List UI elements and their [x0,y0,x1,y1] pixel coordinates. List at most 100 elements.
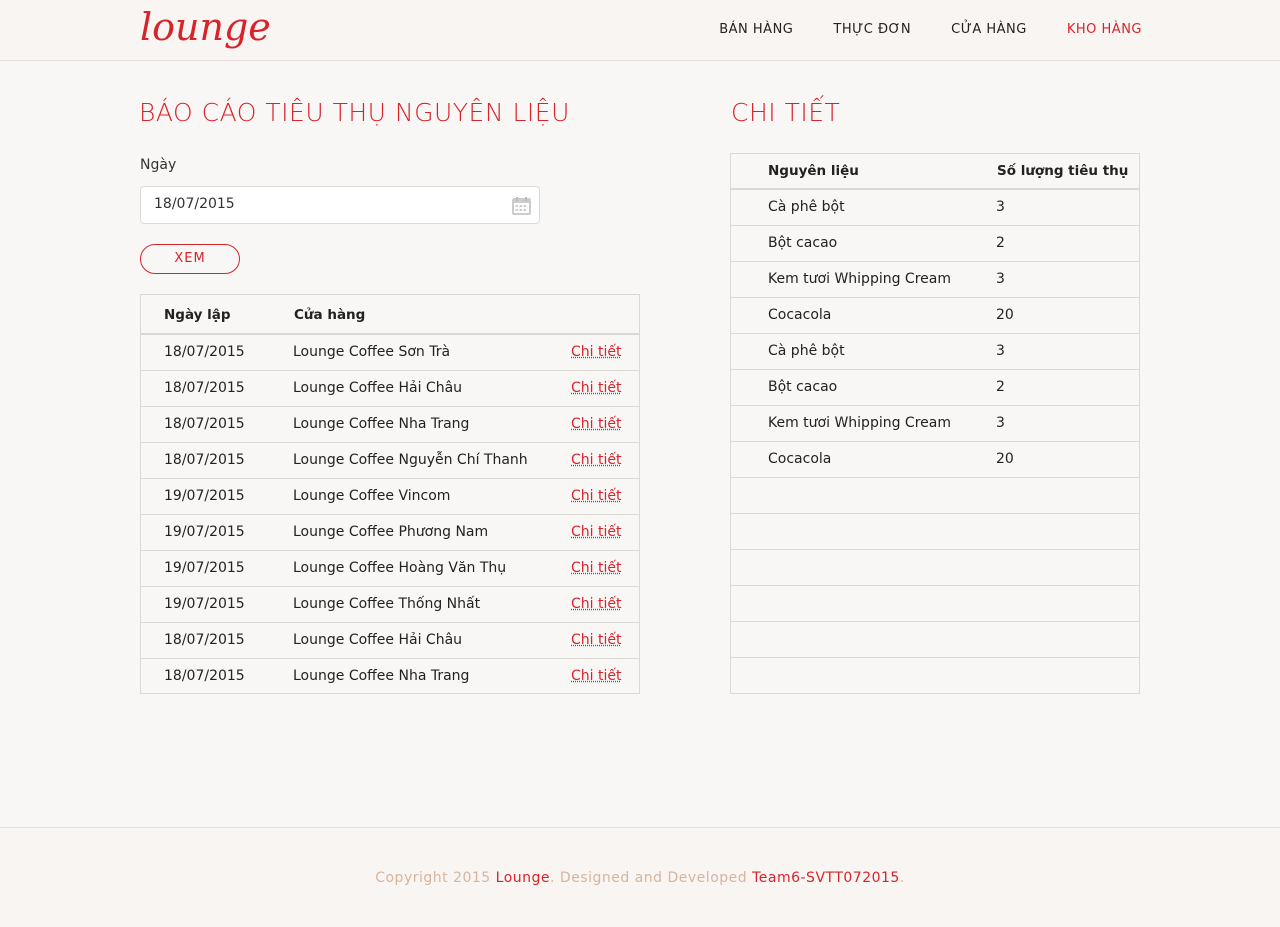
row-store: Lounge Coffee Sơn Trà [293,344,451,360]
row-quantity: 2 [996,379,1005,395]
row-quantity: 20 [996,451,1014,467]
table-row: 18/07/2015 Lounge Coffee Sơn Trà Chi tiết [141,335,639,371]
row-ingredient: Bột cacao [768,379,838,395]
nav-item-thuc-don[interactable]: THỰC ĐƠN [833,22,911,37]
row-ingredient: Cà phê bột [768,343,845,359]
table-row [731,622,1139,658]
brand-link[interactable]: Lounge [496,870,550,886]
footer: Copyright 2015 Lounge. Designed and Deve… [0,827,1280,927]
table-row: 19/07/2015 Lounge Coffee Thống Nhất Chi ti… [141,587,639,623]
table-row: Kem tươi Whipping Cream 3 [731,406,1139,442]
row-quantity: 3 [996,199,1005,215]
row-ingredient: Cocacola [768,307,832,323]
copyright-suffix: . [899,870,905,886]
row-ingredient: Bột cacao [768,235,838,251]
table-row: Cocacola 20 [731,298,1139,334]
row-ingredient: Kem tươi Whipping Cream [768,271,951,287]
row-store: Lounge Coffee Hoàng Văn Thụ [293,560,507,576]
row-quantity: 2 [996,235,1005,251]
table-row: Bột cacao 2 [731,226,1139,262]
row-date: 19/07/2015 [164,524,245,540]
table-row [731,550,1139,586]
table-row [731,478,1139,514]
detail-table: Nguyên liệu Số lượng tiêu thụ Cà phê bột… [730,153,1140,694]
row-date: 18/07/2015 [164,668,245,684]
column-header-quantity: Số lượng tiêu thụ [997,163,1129,179]
detail-link[interactable]: Chi tiết [571,452,621,468]
detail-title: CHI TIẾT [731,98,841,127]
nav-item-kho-hang[interactable]: KHO HÀNG [1067,22,1142,37]
detail-link[interactable]: Chi tiết [571,668,621,684]
detail-link[interactable]: Chi tiết [571,344,621,360]
main-nav: BÁN HÀNG THỰC ĐƠN CỬA HÀNG KHO HÀNG [679,22,1142,37]
row-store: Lounge Coffee Nha Trang [293,668,470,684]
table-row: 19/07/2015 Lounge Coffee Hoàng Văn Thụ Chi… [141,551,639,587]
brand-logo[interactable]: lounge [140,4,271,50]
header: lounge BÁN HÀNG THỰC ĐƠN CỬA HÀNG KHO HÀ… [0,0,1280,61]
row-date: 18/07/2015 [164,416,245,432]
copyright-middle: . Designed and Developed [550,870,753,886]
row-ingredient: Cà phê bột [768,199,845,215]
column-header-store: Cửa hàng [294,307,366,323]
copyright-prefix: Copyright 2015 [375,870,496,886]
table-row [731,586,1139,622]
nav-item-cua-hang[interactable]: CỬA HÀNG [951,22,1027,37]
row-date: 18/07/2015 [164,632,245,648]
table-row: 18/07/2015 Lounge Coffee Nguyễn Chí Thanh… [141,443,639,479]
row-store: Lounge Coffee Hải Châu [293,632,463,648]
table-row: 18/07/2015 Lounge Coffee Hải Châu Chi tiết [141,623,639,659]
row-date: 19/07/2015 [164,488,245,504]
row-store: Lounge Coffee Phương Nam [293,524,489,540]
row-store: Lounge Coffee Hải Châu [293,380,463,396]
row-date: 19/07/2015 [164,560,245,576]
report-title: BÁO CÁO TIÊU THỤ NGUYÊN LIỆU [139,98,570,127]
detail-link[interactable]: Chi tiết [571,560,621,576]
row-ingredient: Cocacola [768,451,832,467]
reports-table-body: 18/07/2015 Lounge Coffee Sơn Trà Chi tiết 1… [141,335,639,695]
row-quantity: 3 [996,343,1005,359]
date-field[interactable] [140,186,540,224]
row-quantity: 20 [996,307,1014,323]
row-date: 18/07/2015 [164,344,245,360]
reports-table: Ngày lập Cửa hàng 18/07/2015 Lounge Coffe… [140,294,640,694]
detail-link[interactable]: Chi tiết [571,596,621,612]
row-store: Lounge Coffee Nha Trang [293,416,470,432]
table-row: Cà phê bột 3 [731,334,1139,370]
row-store: Lounge Coffee Nguyễn Chí Thanh [293,452,528,468]
table-row: 18/07/2015 Lounge Coffee Nha Trang Chi tiế… [141,659,639,695]
detail-link[interactable]: Chi tiết [571,524,621,540]
detail-link[interactable]: Chi tiết [571,380,621,396]
team-link[interactable]: Team6-SVTT072015 [752,870,900,886]
row-quantity: 3 [996,415,1005,431]
row-store: Lounge Coffee Vincom [293,488,451,504]
table-row [731,658,1139,694]
copyright-text: Copyright 2015 Lounge. Designed and Deve… [0,870,1280,886]
column-header-date: Ngày lập [164,307,231,323]
detail-table-body: Cà phê bột 3 Bột cacao 2 Kem tươi Whipping C… [731,190,1139,694]
column-header-ingredient: Nguyên liệu [768,163,859,179]
table-row: Cà phê bột 3 [731,190,1139,226]
table-row: 19/07/2015 Lounge Coffee Phương Nam Chi ti… [141,515,639,551]
calendar-icon[interactable] [512,196,531,215]
reports-table-header: Ngày lập Cửa hàng [141,295,639,335]
row-ingredient: Kem tươi Whipping Cream [768,415,951,431]
row-date: 18/07/2015 [164,380,245,396]
nav-item-ban-hang[interactable]: BÁN HÀNG [719,22,793,37]
row-date: 19/07/2015 [164,596,245,612]
detail-link[interactable]: Chi tiết [571,632,621,648]
table-row: Bột cacao 2 [731,370,1139,406]
row-date: 18/07/2015 [164,452,245,468]
table-row: 19/07/2015 Lounge Coffee Vincom Chi tiết [141,479,639,515]
table-row: Cocacola 20 [731,442,1139,478]
table-row [731,514,1139,550]
date-input[interactable] [154,196,494,212]
detail-table-header: Nguyên liệu Số lượng tiêu thụ [731,154,1139,190]
date-label: Ngày [140,157,177,173]
detail-link[interactable]: Chi tiết [571,488,621,504]
view-button[interactable]: XEM [140,244,240,274]
detail-link[interactable]: Chi tiết [571,416,621,432]
table-row: 18/07/2015 Lounge Coffee Nha Trang Chi tiế… [141,407,639,443]
table-row: 18/07/2015 Lounge Coffee Hải Châu Chi tiết [141,371,639,407]
table-row: Kem tươi Whipping Cream 3 [731,262,1139,298]
row-quantity: 3 [996,271,1005,287]
